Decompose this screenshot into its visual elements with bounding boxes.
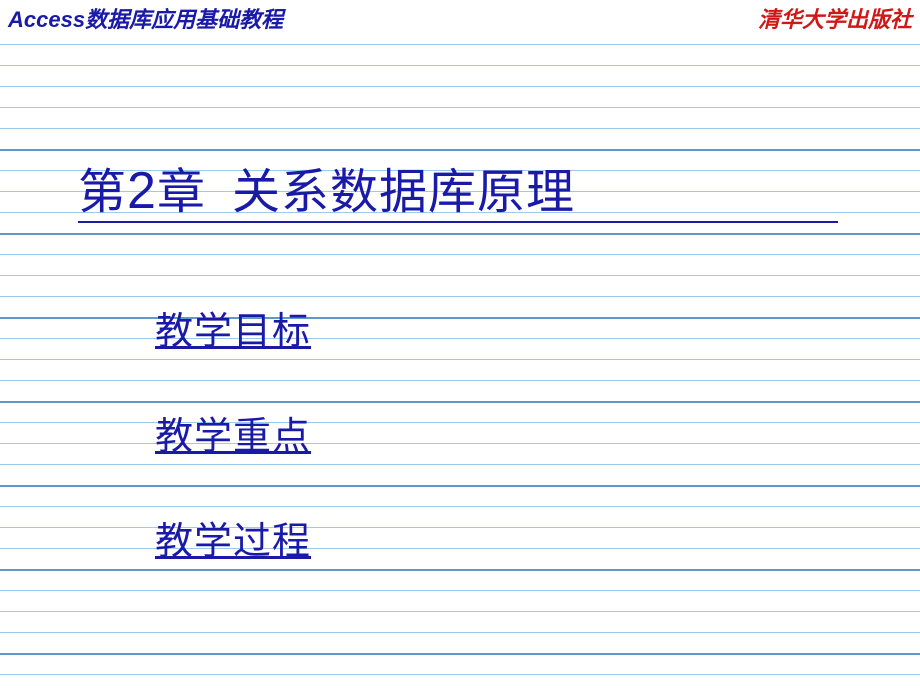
chapter-prefix: 第	[78, 166, 127, 219]
chapter-number: 2	[127, 162, 157, 220]
publisher-name: 清华大学出版社	[758, 2, 912, 34]
book-title: Access数据库应用基础教程	[8, 2, 283, 34]
slide-header: Access数据库应用基础教程 清华大学出版社	[0, 0, 920, 30]
title-underline	[78, 221, 838, 223]
chapter-suffix: 章	[157, 166, 206, 219]
link-teaching-focus[interactable]: 教学重点	[155, 405, 311, 460]
chapter-title: 第2章 关系数据库原理	[78, 152, 575, 230]
lined-paper-background	[0, 30, 920, 690]
link-teaching-process[interactable]: 教学过程	[155, 510, 311, 565]
link-teaching-goal[interactable]: 教学目标	[155, 300, 311, 355]
chapter-name: 关系数据库原理	[232, 166, 575, 219]
links-container: 教学目标 教学重点 教学过程	[155, 300, 311, 615]
